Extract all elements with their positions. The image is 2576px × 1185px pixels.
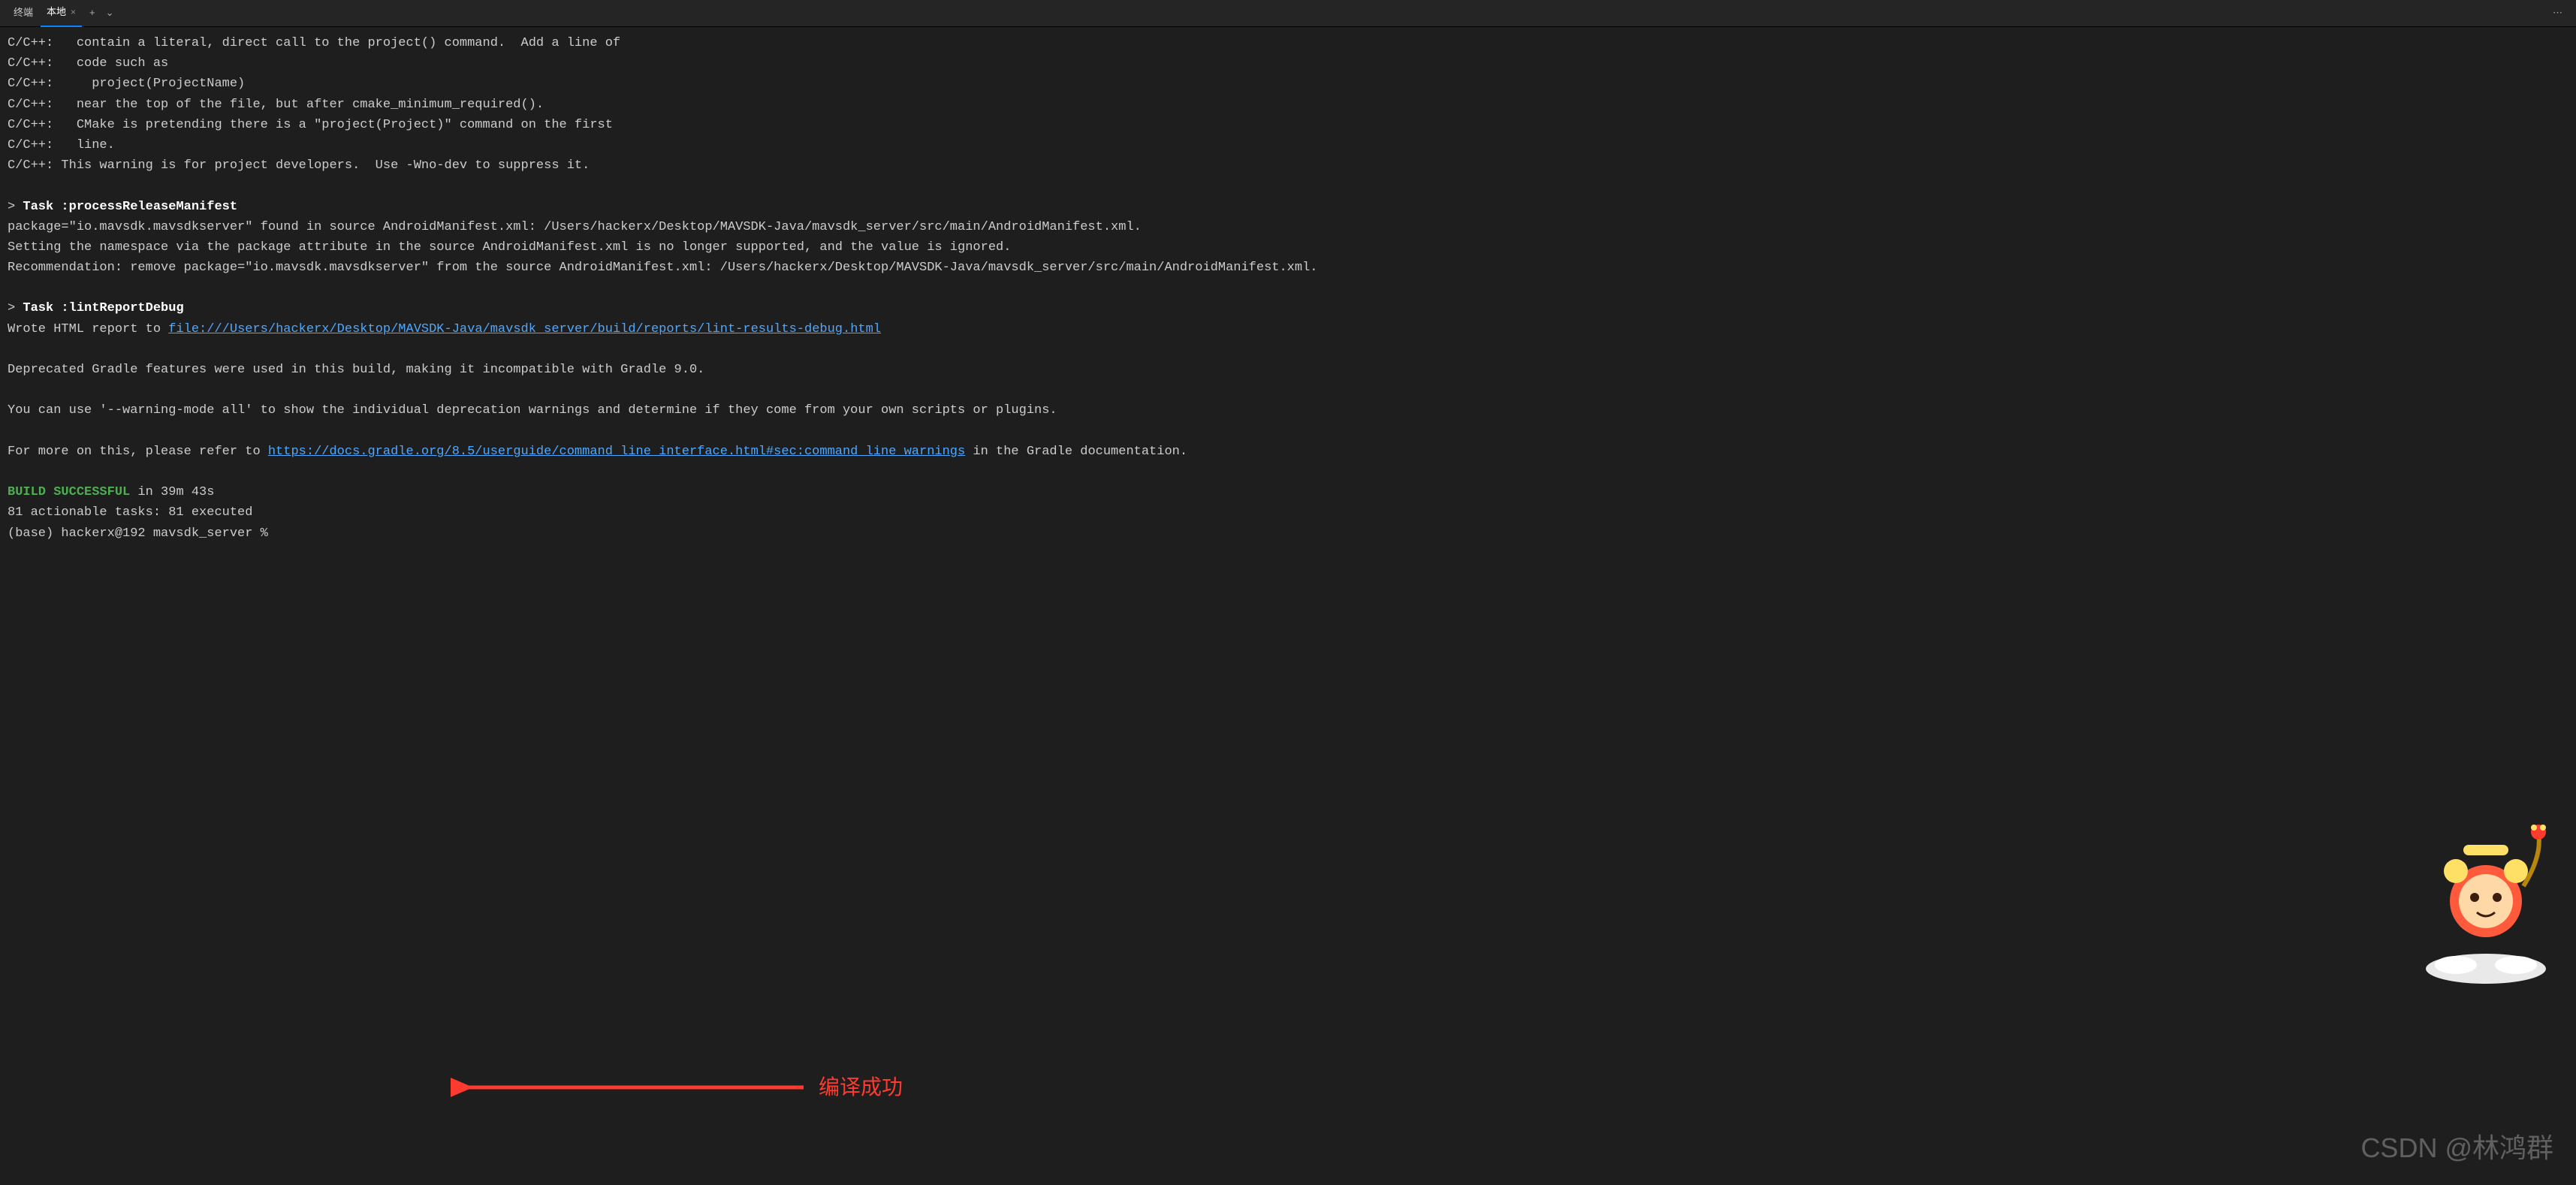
terminal-line: C/C++: CMake is pretending there is a "p… <box>8 118 613 132</box>
line-suffix: in the Gradle documentation. <box>965 445 1187 459</box>
annotation-arrow: 编译成功 <box>451 1069 903 1105</box>
terminal-line: Recommendation: remove package="io.mavsd… <box>8 261 1317 275</box>
terminal-line: Setting the namespace via the package at… <box>8 240 1011 255</box>
terminal-line: C/C++: near the top of the file, but aft… <box>8 98 544 112</box>
line-prefix: For more on this, please refer to <box>8 445 268 459</box>
terminal-line: C/C++: code such as <box>8 56 168 71</box>
task-prefix: > <box>8 301 23 315</box>
mascot-image <box>2411 796 2561 991</box>
url-link[interactable]: https://docs.gradle.org/8.5/userguide/co… <box>268 445 965 459</box>
terminal-line: 81 actionable tasks: 81 executed <box>8 505 252 520</box>
line-prefix: Wrote HTML report to <box>8 322 168 336</box>
terminal-line: Wrote HTML report to file:///Users/hacke… <box>8 322 881 336</box>
close-icon[interactable]: × <box>71 5 76 20</box>
terminal-line: C/C++: This warning is for project devel… <box>8 158 590 173</box>
task-prefix: > <box>8 200 23 214</box>
task-name: Task :processReleaseManifest <box>23 200 237 214</box>
terminal-line: package="io.mavsdk.mavsdkserver" found i… <box>8 220 1142 234</box>
terminal-line: For more on this, please refer to https:… <box>8 445 1187 459</box>
tab-local[interactable]: 本地 × <box>41 0 82 27</box>
terminal-line: > Task :lintReportDebug <box>8 301 184 315</box>
terminal-line: C/C++: contain a literal, direct call to… <box>8 36 620 50</box>
file-link[interactable]: file:///Users/hackerx/Desktop/MAVSDK-Jav… <box>168 322 881 336</box>
watermark-text: CSDN @林鸿群 <box>2360 1126 2553 1170</box>
annotation-text: 编译成功 <box>819 1071 903 1105</box>
add-tab-icon[interactable]: + <box>89 5 95 21</box>
terminal-line: Deprecated Gradle features were used in … <box>8 363 704 377</box>
arrow-icon <box>451 1069 811 1105</box>
build-success-text: BUILD SUCCESSFUL <box>8 485 130 499</box>
terminal-line: BUILD SUCCESSFUL in 39m 43s <box>8 485 214 499</box>
more-icon[interactable]: ⋯ <box>2553 5 2562 21</box>
task-name: Task :lintReportDebug <box>23 301 183 315</box>
tab-label: 本地 <box>47 5 66 20</box>
terminal-line: C/C++: line. <box>8 138 115 152</box>
terminal-line: > Task :processReleaseManifest <box>8 200 237 214</box>
terminal-line: You can use '--warning-mode all' to show… <box>8 403 1057 418</box>
chevron-down-icon[interactable]: ⌄ <box>106 5 114 21</box>
terminal-output[interactable]: C/C++: contain a literal, direct call to… <box>0 27 2576 551</box>
build-time: in 39m 43s <box>130 485 214 499</box>
terminal-line: C/C++: project(ProjectName) <box>8 77 245 91</box>
terminal-prompt[interactable]: (base) hackerx@192 mavsdk_server % <box>8 526 276 541</box>
tab-group-label: 终端 <box>6 5 41 21</box>
tab-bar: 终端 本地 × + ⌄ ⋯ <box>0 0 2576 27</box>
